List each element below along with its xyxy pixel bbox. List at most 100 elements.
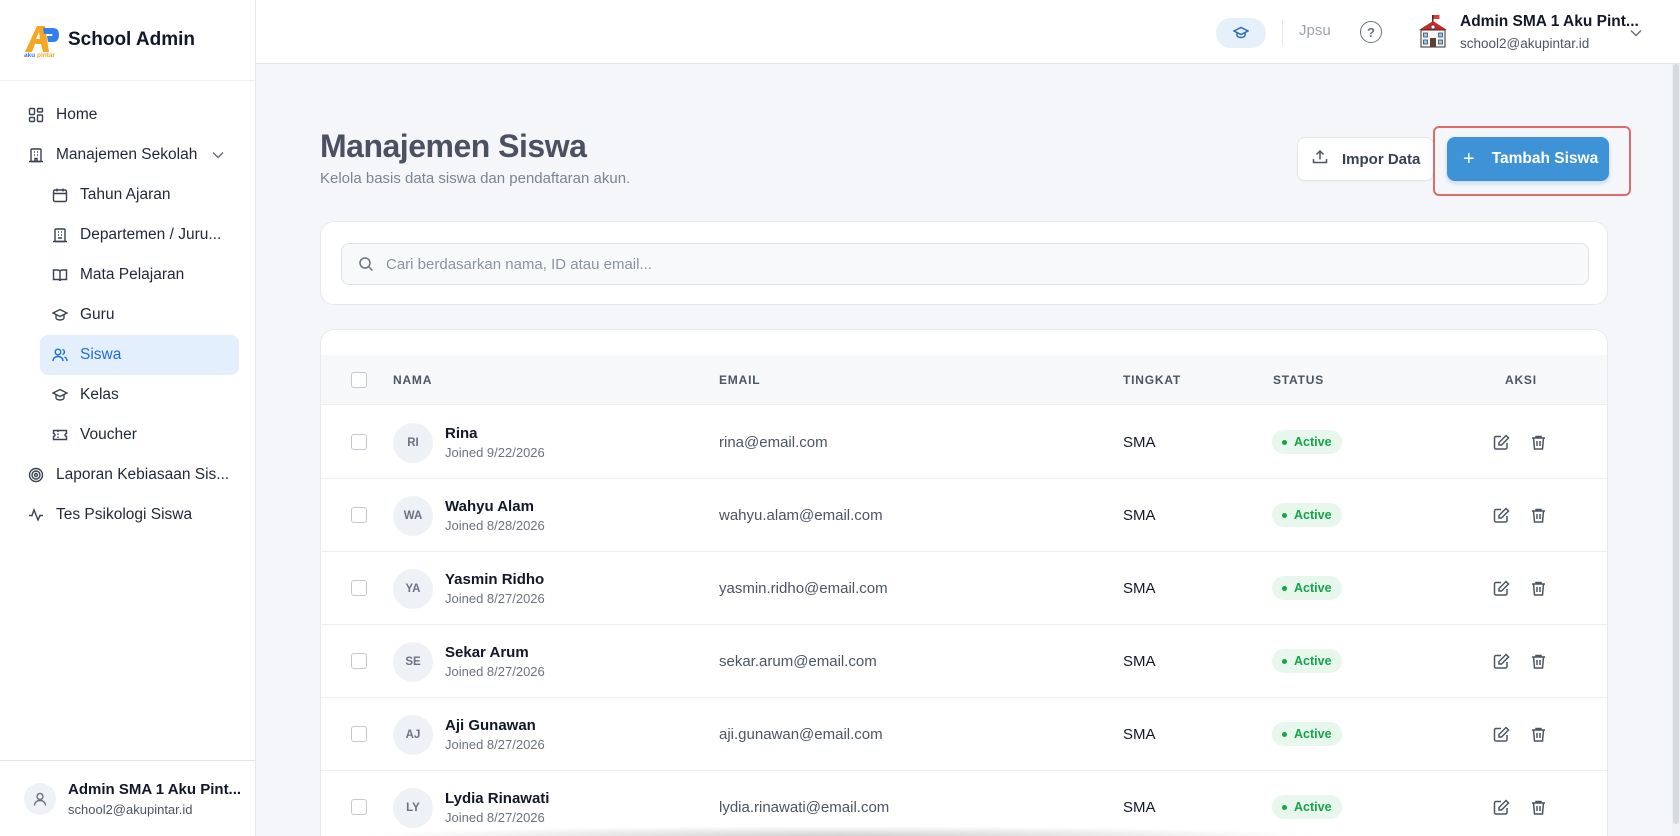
edit-icon[interactable]: [1493, 726, 1510, 743]
sidebar-item-label: Siswa: [80, 346, 122, 363]
sidebar-user[interactable]: Admin SMA 1 Aku Pint... school2@akupinta…: [0, 760, 256, 836]
edit-icon[interactable]: [1493, 434, 1510, 451]
language-selector[interactable]: Jpsu: [1299, 22, 1331, 39]
trash-icon[interactable]: [1530, 799, 1547, 816]
graduation-cap-icon[interactable]: [1216, 18, 1266, 48]
header-level[interactable]: TINGKAT: [1123, 373, 1181, 387]
student-level: SMA: [1123, 653, 1156, 670]
student-level: SMA: [1123, 434, 1156, 451]
row-checkbox[interactable]: [351, 653, 367, 669]
row-checkbox[interactable]: [351, 580, 367, 596]
sidebar-item-guru[interactable]: Guru: [0, 295, 255, 335]
status-dot: [1282, 512, 1287, 518]
table-row[interactable]: WA Wahyu Alam Joined 8/28/2026 wahyu.alam@e…: [321, 479, 1607, 552]
row-checkbox[interactable]: [351, 799, 367, 815]
table-row[interactable]: AJ Aji Gunawan Joined 8/27/2026 aji.gunawan…: [321, 698, 1607, 771]
help-icon[interactable]: ?: [1360, 21, 1382, 43]
edit-icon[interactable]: [1493, 653, 1510, 670]
header-status[interactable]: STATUS: [1273, 373, 1324, 387]
scrollbar-thumb[interactable]: [1673, 64, 1679, 824]
building-icon: [28, 147, 44, 163]
header-name[interactable]: NAMA: [393, 373, 432, 387]
topbar-user-name[interactable]: Admin SMA 1 Aku Pint...: [1460, 13, 1639, 31]
student-name: Yasmin Ridho: [445, 571, 545, 588]
student-name: Aji Gunawan: [445, 717, 536, 734]
status-label: Active: [1294, 654, 1332, 668]
sidebar-item-label: Voucher: [80, 426, 137, 443]
sidebar-item-departemen[interactable]: Departemen / Juru...: [0, 215, 255, 255]
sidebar-item-tes-psikologi[interactable]: Tes Psikologi Siswa: [0, 495, 255, 535]
sidebar-item-tahun-ajaran[interactable]: Tahun Ajaran: [0, 175, 255, 215]
sidebar-item-label: Tahun Ajaran: [80, 186, 171, 203]
graduation-cap-icon: [52, 307, 68, 323]
joined-date: Joined 8/27/2026: [445, 664, 545, 679]
trash-icon[interactable]: [1530, 507, 1547, 524]
student-email: lydia.rinawati@email.com: [719, 799, 890, 816]
trash-icon[interactable]: [1530, 653, 1547, 670]
avatar: YA: [393, 569, 433, 609]
joined-date: Joined 8/27/2026: [445, 810, 545, 825]
header-email[interactable]: EMAIL: [719, 373, 760, 387]
scroll-shadow: [360, 826, 1320, 836]
joined-date: Joined 9/22/2026: [445, 445, 545, 460]
search-icon: [358, 256, 374, 272]
page-subtitle: Kelola basis data siswa dan pendaftaran …: [320, 170, 631, 187]
row-checkbox[interactable]: [351, 507, 367, 523]
graduation-cap-icon: [52, 387, 68, 403]
row-checkbox[interactable]: [351, 434, 367, 450]
chevron-down-icon[interactable]: [1630, 24, 1642, 42]
student-level: SMA: [1123, 799, 1156, 816]
student-name: Rina: [445, 425, 478, 442]
import-data-button[interactable]: Impor Data: [1297, 137, 1434, 181]
add-student-label: Tambah Siswa: [1491, 150, 1599, 167]
avatar: LY: [393, 788, 433, 828]
status-dot: [1282, 439, 1287, 445]
user-icon: [24, 782, 56, 815]
trash-icon[interactable]: [1530, 434, 1547, 451]
table-row[interactable]: YA Yasmin Ridho Joined 8/27/2026 yasmin.rid…: [321, 552, 1607, 625]
select-all-checkbox[interactable]: [351, 372, 367, 388]
student-email: aji.gunawan@email.com: [719, 726, 883, 743]
plus-icon: +: [1463, 148, 1475, 170]
brand[interactable]: aku pintar School Admin: [0, 0, 255, 81]
status-badge: Active: [1272, 795, 1342, 819]
chevron-down-icon[interactable]: [212, 148, 224, 162]
grid-icon: [28, 107, 44, 123]
table-header: NAMA EMAIL TINGKAT STATUS AKSI: [321, 355, 1607, 405]
sidebar-item-label: Laporan Kebiasaan Sis...: [56, 466, 230, 483]
trash-icon[interactable]: [1530, 580, 1547, 597]
sidebar-item-kelas[interactable]: Kelas: [0, 375, 255, 415]
search-box[interactable]: [341, 243, 1589, 285]
trash-icon[interactable]: [1530, 726, 1547, 743]
sidebar-item-mata-pelajaran[interactable]: Mata Pelajaran: [0, 255, 255, 295]
sidebar-item-voucher[interactable]: Voucher: [0, 415, 255, 455]
status-label: Active: [1294, 727, 1332, 741]
student-email: yasmin.ridho@email.com: [719, 580, 888, 597]
row-checkbox[interactable]: [351, 726, 367, 742]
table-row[interactable]: SE Sekar Arum Joined 8/27/2026 sekar.arum@e…: [321, 625, 1607, 698]
search-card: [320, 221, 1608, 305]
sidebar-user-email: school2@akupintar.id: [68, 801, 193, 817]
search-input[interactable]: [386, 255, 1566, 273]
sidebar-item-home[interactable]: Home: [0, 95, 255, 135]
joined-date: Joined 8/28/2026: [445, 518, 545, 533]
table-row[interactable]: RI Rina Joined 9/22/2026 rina@email.com SMA A…: [321, 406, 1607, 479]
status-badge: Active: [1272, 430, 1342, 454]
sidebar-item-siswa[interactable]: Siswa: [40, 335, 239, 375]
student-level: SMA: [1123, 726, 1156, 743]
status-badge: Active: [1272, 503, 1342, 527]
edit-icon[interactable]: [1493, 507, 1510, 524]
add-student-button[interactable]: + Tambah Siswa: [1447, 137, 1609, 181]
joined-date: Joined 8/27/2026: [445, 591, 545, 606]
book-icon: [52, 267, 68, 283]
student-email: wahyu.alam@email.com: [719, 507, 883, 524]
calendar-icon: [52, 187, 68, 203]
sidebar-item-manajemen-sekolah[interactable]: Manajemen Sekolah: [0, 135, 255, 175]
avatar: WA: [393, 496, 433, 536]
student-name: Sekar Arum: [445, 644, 529, 661]
status-label: Active: [1294, 435, 1332, 449]
sidebar-item-laporan-kebiasaan[interactable]: Laporan Kebiasaan Sis...: [0, 455, 255, 495]
edit-icon[interactable]: [1493, 799, 1510, 816]
edit-icon[interactable]: [1493, 580, 1510, 597]
students-table: NAMA EMAIL TINGKAT STATUS AKSI RI Rina Joi…: [320, 329, 1608, 836]
